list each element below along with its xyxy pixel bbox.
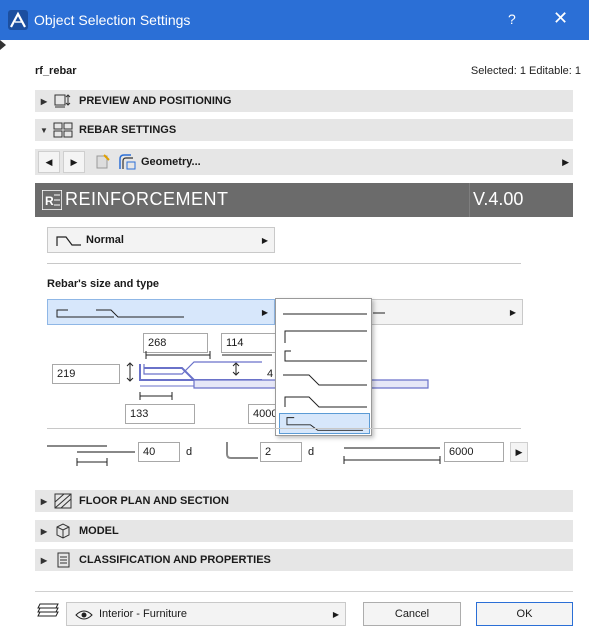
bar-length-stepper-button[interactable]: ▶	[510, 442, 528, 462]
help-button[interactable]: ?	[508, 11, 516, 27]
dropdown-arrow-icon: ▶	[261, 307, 268, 317]
arrow-right-icon: ▶	[515, 446, 523, 457]
shape-option-cranked[interactable]	[279, 369, 370, 390]
dropdown-arrow-icon: ▶	[509, 307, 516, 317]
layers-icon	[37, 603, 59, 617]
section-model[interactable]: ▶ MODEL	[35, 520, 573, 542]
lap-length-icon	[47, 445, 135, 466]
bend-type-label: Normal	[86, 234, 124, 246]
eye-visibility-icon[interactable]	[75, 609, 93, 621]
rebar-size-dropdown[interactable]: ▶	[370, 299, 523, 325]
object-name: rf_rebar	[35, 65, 77, 77]
page-navigation-bar: ◀ ▶ Geometry... ▶	[35, 149, 573, 175]
bar-length-icon	[343, 447, 441, 464]
shape-option-cranked-hook[interactable]	[279, 391, 370, 412]
expand-arrow-icon: ▶	[40, 555, 48, 565]
layer-name: Interior - Furniture	[99, 608, 188, 620]
svg-text:R: R	[45, 194, 54, 208]
previous-page-button[interactable]: ◀	[38, 151, 60, 173]
shape-option-l-bend[interactable]	[279, 347, 370, 368]
rebar-size-heading: Rebar's size and type	[47, 278, 160, 290]
close-button[interactable]: ✕	[553, 8, 568, 29]
dropdown-arrow-icon: ▶	[261, 235, 268, 245]
shape-option-hook-one-end[interactable]	[279, 325, 370, 346]
page-favorite-icon[interactable]	[95, 154, 111, 170]
section-floor-plan[interactable]: ▶ FLOOR PLAN AND SECTION	[35, 490, 573, 512]
section-label: REBAR SETTINGS	[79, 124, 177, 136]
archicad-logo-icon	[8, 10, 28, 30]
expand-arrow-icon: ▶	[40, 96, 48, 106]
divider	[47, 263, 521, 264]
reinforcement-banner: R REINFORCEMENT V.4.00	[35, 183, 573, 217]
bend-type-dropdown[interactable]: Normal ▶	[47, 227, 275, 253]
dropdown-arrow-icon[interactable]: ▶	[562, 157, 569, 168]
footer-divider	[35, 591, 573, 592]
cancel-button[interactable]: Cancel	[363, 602, 461, 626]
section-label: PREVIEW AND POSITIONING	[79, 95, 232, 107]
layer-dropdown[interactable]: Interior - Furniture ▶	[66, 602, 346, 626]
section-preview-positioning[interactable]: ▶ PREVIEW AND POSITIONING	[35, 90, 573, 112]
section-label: CLASSIFICATION AND PROPERTIES	[79, 554, 271, 566]
preview-positioning-icon	[54, 94, 71, 108]
lap-length-input[interactable]: 40	[138, 442, 180, 462]
model-cube-icon	[56, 523, 70, 539]
bar-length-input[interactable]: 6000	[444, 442, 504, 462]
dropdown-arrow-icon: ▶	[332, 609, 339, 619]
section-classification[interactable]: ▶ CLASSIFICATION AND PROPERTIES	[35, 549, 573, 571]
arrow-right-icon: ▶	[70, 156, 78, 167]
expand-arrow-icon: ▶	[40, 526, 48, 536]
title-bar: Object Selection Settings ? ✕	[0, 0, 589, 40]
dimension-input-e[interactable]: 133	[125, 404, 195, 424]
floor-plan-section-icon	[54, 493, 72, 509]
rebar-shape-popup	[275, 298, 372, 436]
banner-title: REINFORCEMENT	[65, 189, 229, 209]
section-label: FLOOR PLAN AND SECTION	[79, 495, 229, 507]
banner-version: V.4.00	[473, 189, 524, 209]
hook-length-input[interactable]: 2	[260, 442, 302, 462]
section-rebar-settings[interactable]: ▼ REBAR SETTINGS	[35, 119, 573, 141]
rebar-size-line-icon	[373, 312, 385, 314]
section-label: MODEL	[79, 525, 119, 537]
ok-button[interactable]: OK	[476, 602, 573, 626]
resize-grip-icon	[0, 40, 6, 50]
page-dropdown-label[interactable]: Geometry...	[141, 156, 201, 168]
geometry-page-icon	[119, 154, 136, 170]
classification-document-icon	[57, 552, 70, 568]
dimension-input-f[interactable]: 4000	[248, 404, 278, 424]
dimension-input-c[interactable]: 219	[52, 364, 120, 384]
hook-length-unit: d	[308, 446, 315, 458]
expand-arrow-icon: ▶	[40, 496, 48, 506]
rebar-shape-dropdown[interactable]: ▶	[47, 299, 275, 325]
reinforcement-logo-icon: R	[42, 190, 62, 210]
shape-option-cranked-l-selected[interactable]	[279, 413, 370, 434]
collapse-arrow-icon: ▼	[40, 125, 48, 135]
selection-info: Selected: 1 Editable: 1	[470, 65, 581, 77]
window-title: Object Selection Settings	[34, 12, 191, 28]
next-page-button[interactable]: ▶	[63, 151, 85, 173]
divider	[47, 428, 521, 429]
bend-shape-icon	[56, 236, 81, 246]
arrow-left-icon: ◀	[45, 156, 53, 167]
rebar-shape-preview-icon	[56, 309, 184, 318]
hook-length-icon	[226, 442, 258, 459]
rebar-settings-icon	[53, 122, 73, 138]
lap-length-unit: d	[186, 446, 193, 458]
shape-option-straight[interactable]	[279, 303, 370, 324]
